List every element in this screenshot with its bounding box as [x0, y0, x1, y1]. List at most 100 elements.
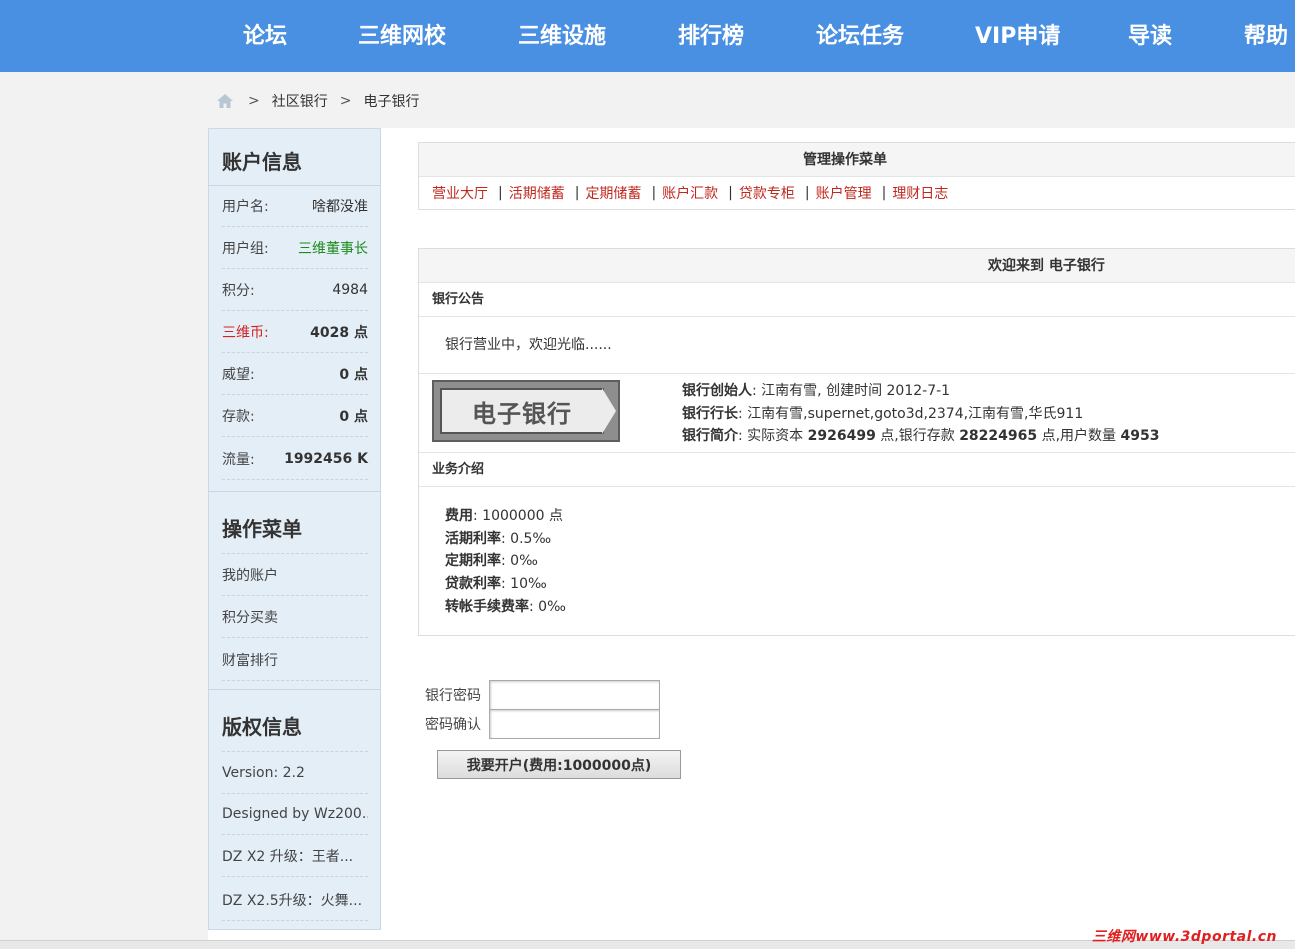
manage-menu-links: 营业大厅 | 活期储蓄 | 定期储蓄 | 账户汇款 | 贷款专柜 | 账户管理 … — [419, 177, 1295, 209]
intro-mid: 点,银行存款 — [875, 428, 960, 444]
business-value: : 0‰ — [529, 598, 566, 615]
copyright-text: DZ X2 升级：王者... — [222, 848, 354, 865]
password-label: 银行密码 — [425, 688, 481, 704]
nav-help[interactable]: 帮助 — [1244, 18, 1288, 50]
business-label: 转帐手续费率 — [445, 598, 529, 615]
nav-guide[interactable]: 导读 — [1128, 18, 1172, 50]
breadcrumb-separator: > — [248, 93, 260, 109]
account-label: 威望: — [222, 366, 255, 383]
copyright-text: Version: 2.2 — [222, 764, 305, 781]
president-label: 银行行长 — [682, 405, 738, 422]
nav-school[interactable]: 三维网校 — [358, 18, 446, 50]
link-fixed-savings[interactable]: 定期储蓄 — [585, 183, 641, 203]
business-value: : 10‰ — [501, 576, 547, 593]
confirm-row: 密码确认 — [425, 709, 660, 739]
link-separator: | — [498, 185, 503, 201]
link-separator: | — [574, 185, 580, 201]
president-line: 银行行长: 江南有雪,supernet,goto3d,2374,江南有雪,华氏9… — [682, 403, 1159, 426]
account-value: 三维董事长 — [298, 240, 368, 257]
operation-menu-title: 操作菜单 — [222, 517, 302, 541]
business-heading: 业务介绍 — [419, 453, 1295, 487]
breadcrumb-separator: > — [339, 93, 352, 109]
link-separator: | — [728, 185, 733, 201]
deposits-value: 28224965 — [959, 428, 1038, 444]
nav-vip[interactable]: VIP申请 — [975, 18, 1060, 50]
account-value: 4984 — [332, 281, 368, 298]
business-details: 费用: 1000000 点 活期利率: 0.5‰ 定期利率: 0‰ 贷款利率: … — [419, 487, 1295, 635]
intro-label: 银行简介 — [682, 428, 738, 444]
copyright-version: Version: 2.2 — [222, 752, 368, 794]
bank-logo-arrow — [602, 388, 616, 434]
menu-my-account[interactable]: 我的账户 — [222, 554, 368, 596]
nav-forum[interactable]: 论坛 — [243, 18, 287, 50]
account-value: 啥都没准 — [312, 198, 368, 215]
menu-points-trade[interactable]: 积分买卖 — [222, 596, 368, 638]
manage-menu-panel: 管理操作菜单 营业大厅 | 活期储蓄 | 定期储蓄 | 账户汇款 | 贷款专柜 … — [418, 142, 1295, 210]
breadcrumb-e-bank[interactable]: 电子银行 — [363, 91, 419, 111]
business-value: : 0.5‰ — [501, 530, 552, 547]
password-confirm-input[interactable] — [489, 709, 660, 739]
top-nav: 论坛 三维网校 三维设施 排行榜 论坛任务 VIP申请 导读 帮助 — [0, 0, 1295, 72]
copyright-designer: Designed by Wz200... — [222, 793, 368, 835]
link-separator: | — [651, 185, 657, 201]
account-row-coins: 三维币: 4028 点 — [222, 311, 368, 353]
account-row-prestige: 威望: 0 点 — [222, 353, 368, 395]
open-account-button[interactable]: 我要开户(费用:1000000点) — [437, 750, 681, 779]
link-remittance[interactable]: 账户汇款 — [662, 183, 718, 203]
account-label: 流量: — [222, 451, 255, 468]
account-label: 积分: — [222, 282, 255, 299]
link-loan-counter[interactable]: 贷款专柜 — [739, 183, 795, 203]
users-value: 4953 — [1120, 428, 1160, 444]
link-current-savings[interactable]: 活期储蓄 — [509, 183, 565, 203]
bank-password-input[interactable] — [489, 680, 660, 710]
divider — [209, 491, 380, 492]
nav-ranking[interactable]: 排行榜 — [678, 18, 744, 50]
welcome-panel: 欢迎来到 电子银行 银行公告 银行营业中，欢迎光临...... 电子银行 银行创… — [418, 248, 1295, 636]
menu-wealth-ranking[interactable]: 财富排行 — [222, 639, 368, 681]
founder-line: 银行创始人: 江南有雪, 创建时间 2012-7-1 — [682, 380, 1159, 403]
founder-value: : 江南有雪, 创建时间 2012-7-1 — [752, 383, 951, 399]
capital-value: 2926499 — [807, 428, 876, 444]
business-row-fee: 费用: 1000000 点 — [445, 505, 1295, 528]
manage-menu-title: 管理操作菜单 — [419, 143, 1295, 177]
account-row-deposit: 存款: 0 点 — [222, 395, 368, 437]
intro-line: 银行简介: 实际资本 2926499 点,银行存款 28224965 点,用户数… — [682, 425, 1159, 448]
account-label: 三维币: — [222, 324, 269, 341]
account-value: 0 点 — [339, 408, 368, 425]
copyright-x2-upgrade: DZ X2 升级：王者... — [222, 835, 368, 877]
link-business-hall[interactable]: 营业大厅 — [432, 183, 488, 203]
business-row-transfer-fee: 转帐手续费率: 0‰ — [445, 596, 1295, 619]
business-value: : 1000000 点 — [473, 508, 563, 524]
account-value: 4028 点 — [310, 324, 368, 341]
account-value: 0 点 — [339, 366, 368, 383]
bank-logo: 电子银行 — [432, 380, 620, 442]
copyright-text: DZ X2.5升级：火舞... — [222, 892, 363, 909]
account-info-title: 账户信息 — [222, 150, 302, 174]
home-icon[interactable] — [216, 93, 234, 109]
link-finance-log[interactable]: 理财日志 — [892, 183, 948, 203]
account-row-usergroup: 用户组: 三维董事长 — [222, 227, 368, 269]
business-row-fixed-rate: 定期利率: 0‰ — [445, 550, 1295, 573]
business-label: 费用 — [445, 508, 473, 524]
bank-logo-text: 电子银行 — [472, 398, 572, 428]
bank-info-lines: 银行创始人: 江南有雪, 创建时间 2012-7-1 银行行长: 江南有雪,su… — [682, 380, 1159, 448]
link-separator: | — [881, 185, 887, 201]
business-row-current-rate: 活期利率: 0.5‰ — [445, 528, 1295, 551]
sidebar: 账户信息 用户名: 啥都没准 用户组: 三维董事长 积分: 4984 三维币: … — [208, 128, 381, 930]
bank-info: 电子银行 银行创始人: 江南有雪, 创建时间 2012-7-1 银行行长: 江南… — [419, 374, 1295, 453]
notice-heading: 银行公告 — [419, 283, 1295, 317]
nav-facilities[interactable]: 三维设施 — [518, 18, 606, 50]
link-separator: | — [804, 185, 810, 201]
watermark: 三维网www.3dportal.cn — [1091, 929, 1277, 945]
intro-mid: 点,用户数量 — [1037, 428, 1121, 444]
link-account-management[interactable]: 账户管理 — [816, 183, 872, 203]
menu-label: 财富排行 — [222, 652, 278, 669]
account-label: 存款: — [222, 408, 255, 425]
account-label: 用户名: — [222, 198, 269, 215]
intro-prefix: : 实际资本 — [738, 428, 808, 444]
nav-tasks[interactable]: 论坛任务 — [816, 18, 904, 50]
menu-label: 积分买卖 — [222, 609, 278, 626]
confirm-label: 密码确认 — [425, 717, 481, 733]
breadcrumb-community-bank[interactable]: 社区银行 — [272, 91, 328, 111]
business-value: : 0‰ — [501, 553, 538, 570]
